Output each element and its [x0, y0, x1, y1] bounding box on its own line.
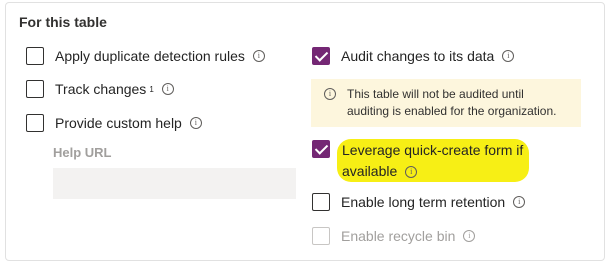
- info-icon[interactable]: i: [189, 117, 202, 129]
- recycle-bin-label: Enable recycle bin: [341, 228, 456, 244]
- info-icon[interactable]: i: [463, 230, 476, 242]
- quick-create-label[interactable]: Leverage quick-create form if available …: [342, 140, 523, 182]
- custom-help-checkbox[interactable]: [26, 114, 44, 132]
- info-icon[interactable]: i: [252, 50, 265, 62]
- notice-text-line2: auditing is enabled for the organization…: [347, 104, 557, 118]
- duplicate-detection-label: Apply duplicate detection rules: [55, 48, 245, 64]
- custom-help-label: Provide custom help: [55, 115, 182, 131]
- recycle-bin-option[interactable]: Enable recycle bin i: [312, 227, 476, 245]
- quick-create-label-line1: Leverage quick-create form if: [342, 142, 524, 158]
- audit-changes-option[interactable]: Audit changes to its data i: [312, 47, 515, 65]
- info-icon[interactable]: i: [513, 196, 526, 208]
- info-icon[interactable]: i: [502, 50, 515, 62]
- section-title: For this table: [19, 14, 107, 30]
- custom-help-option[interactable]: Provide custom help i: [26, 114, 202, 132]
- quick-create-checkbox[interactable]: [312, 140, 330, 158]
- notice-text-line1: This table will not be audited until: [347, 87, 524, 101]
- help-url-input[interactable]: [53, 168, 296, 199]
- track-changes-checkbox[interactable]: [26, 80, 44, 98]
- quick-create-label-line2: available: [342, 163, 398, 179]
- footnote-marker: 1: [149, 84, 154, 94]
- info-icon[interactable]: i: [405, 165, 418, 178]
- track-changes-label: Track changes: [55, 81, 147, 97]
- info-icon: i: [324, 88, 336, 100]
- long-term-retention-checkbox[interactable]: [312, 193, 330, 211]
- recycle-bin-checkbox[interactable]: [312, 227, 330, 245]
- duplicate-detection-option[interactable]: Apply duplicate detection rules i: [26, 47, 265, 65]
- info-icon[interactable]: i: [161, 83, 174, 95]
- audit-changes-checkbox[interactable]: [312, 47, 330, 65]
- duplicate-detection-checkbox[interactable]: [26, 47, 44, 65]
- long-term-retention-option[interactable]: Enable long term retention i: [312, 193, 526, 211]
- long-term-retention-label: Enable long term retention: [341, 194, 506, 210]
- track-changes-option[interactable]: Track changes 1 i: [26, 80, 174, 98]
- help-url-label: Help URL: [53, 145, 112, 160]
- quick-create-label-line2-wrap: available i: [342, 161, 523, 182]
- audit-changes-label: Audit changes to its data: [341, 48, 495, 64]
- audit-notice: i This table will not be audited until a…: [311, 79, 581, 127]
